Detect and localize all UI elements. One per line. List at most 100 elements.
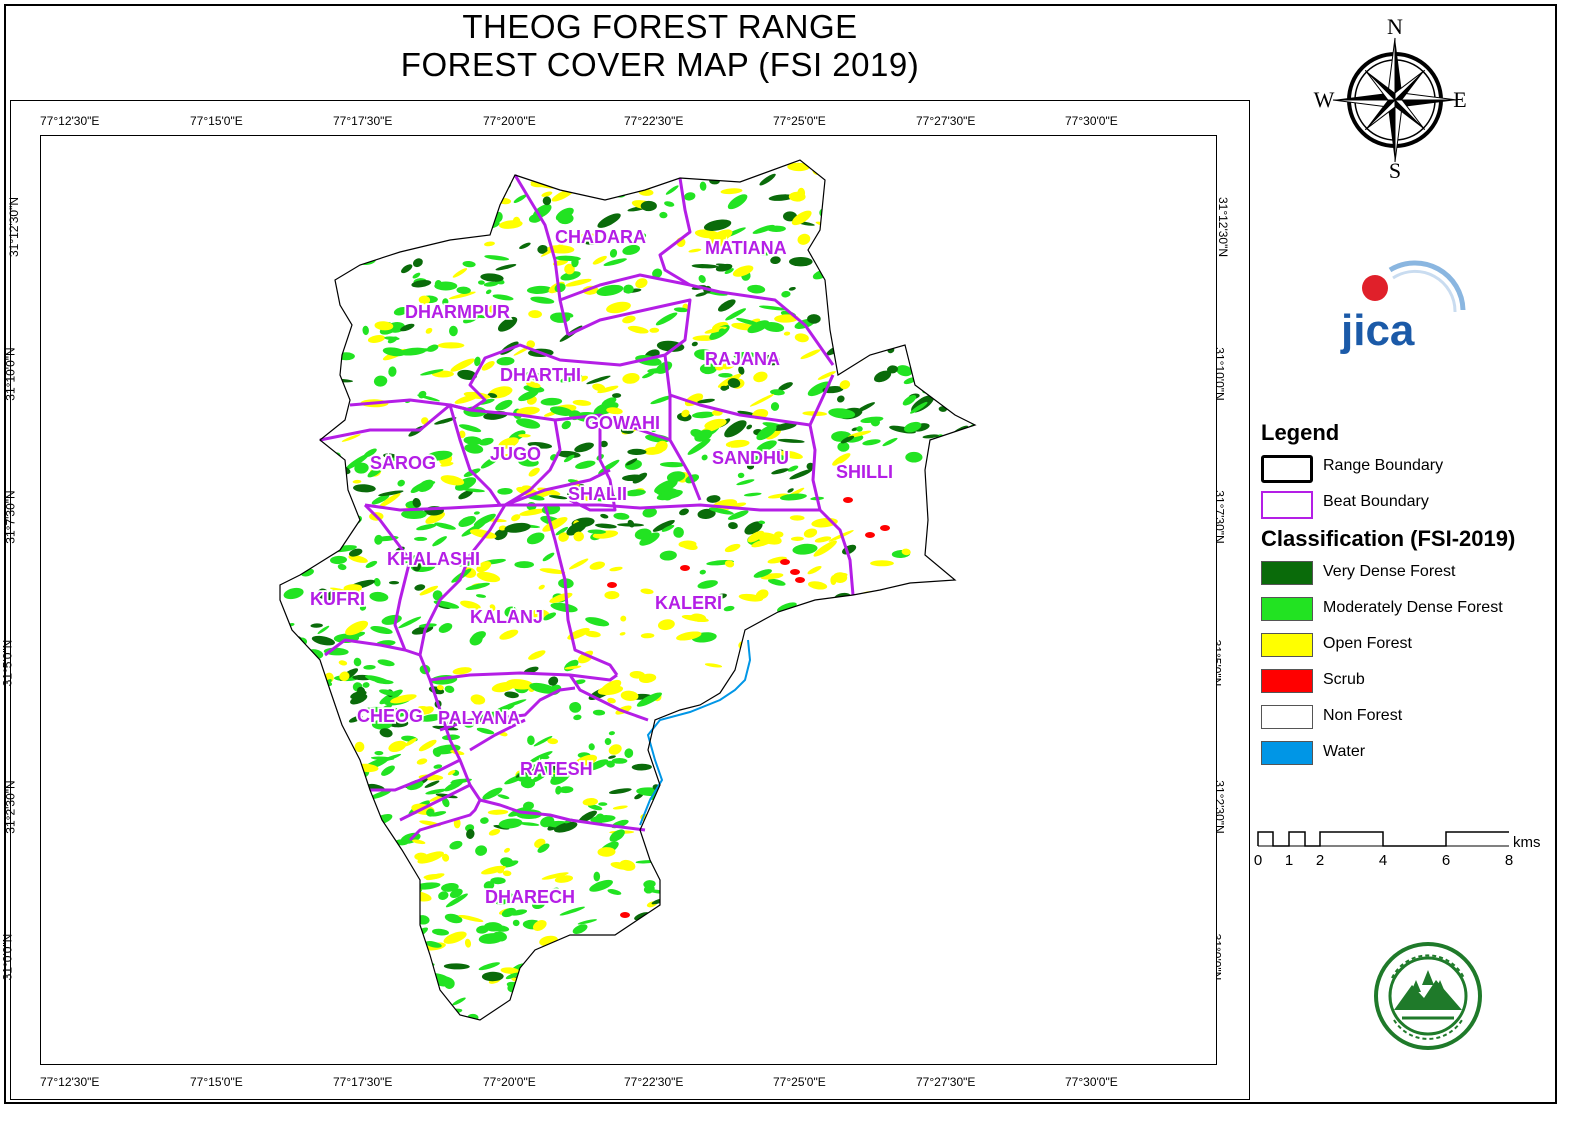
lon-label-top: 77°20'0"E: [483, 114, 536, 128]
lon-label-bottom: 77°25'0"E: [773, 1075, 826, 1089]
forest-patch: [593, 871, 601, 882]
legend-item-non-forest: Non Forest: [1258, 702, 1553, 738]
scrub-patch: [880, 525, 890, 531]
legend-swatch: [1261, 561, 1313, 585]
legend-item-very-dense-forest: Very Dense Forest: [1258, 558, 1553, 594]
forest-patch: [437, 342, 465, 349]
compass-north: N: [1387, 14, 1403, 39]
compass-east: E: [1453, 87, 1466, 112]
north-arrow-icon: N S E W: [1314, 14, 1467, 182]
compass-south: S: [1389, 158, 1401, 182]
legend-item-water: Water: [1258, 738, 1553, 774]
scrub-patch: [680, 565, 690, 571]
legend: Legend Range Boundary Beat Boundary Clas…: [1258, 420, 1553, 774]
beat-label: MATIANA: [705, 238, 787, 258]
beat-label: JUGO: [490, 444, 541, 464]
lon-label-bottom: 77°22'30"E: [624, 1075, 684, 1089]
beat-label: SHALII: [568, 484, 627, 504]
lon-label-bottom: 77°30'0"E: [1065, 1075, 1118, 1089]
legend-label: Open Forest: [1323, 635, 1412, 652]
lat-label-left: 31°7'30"N: [3, 490, 18, 544]
forest-cover-map: CHADARA MATIANA DHARMPUR RAJANA DHARTHI …: [41, 136, 1216, 1064]
legend-swatch: [1261, 705, 1313, 729]
legend-swatch: [1261, 633, 1313, 657]
scale-tick: 2: [1316, 852, 1324, 869]
legend-label: Very Dense Forest: [1323, 563, 1456, 580]
legend-label: Moderately Dense Forest: [1323, 599, 1503, 616]
lon-label-bottom: 77°20'0"E: [483, 1075, 536, 1089]
legend-item-scrub: Scrub: [1258, 666, 1553, 702]
legend-label: Beat Boundary: [1323, 493, 1429, 510]
lon-label-bottom: 77°27'30"E: [916, 1075, 976, 1089]
map-title-line2: FOREST COVER MAP (FSI 2019): [400, 46, 920, 83]
lat-label-left: 31°12'30"N: [7, 196, 22, 258]
lat-label-left: 31°5'0"N: [0, 639, 15, 687]
lat-label-left: 31°10'0"N: [3, 347, 18, 401]
forest-patch: [611, 758, 628, 764]
beat-label: SAROG: [370, 453, 436, 473]
beat-label: CHADARA: [555, 227, 646, 247]
beat-label: RATESH: [520, 759, 593, 779]
lat-label-right: 31°12'30"N: [1216, 196, 1231, 258]
forest-patch: [514, 561, 534, 569]
jica-logo: JICA: [1340, 260, 1466, 355]
legend-label: Non Forest: [1323, 707, 1403, 724]
legend-swatch: [1261, 741, 1313, 765]
forest-patch: [388, 581, 400, 585]
beat-label: DHARMPUR: [405, 302, 510, 322]
scale-unit: kms: [1513, 834, 1541, 851]
scale-tick: 6: [1442, 852, 1450, 869]
lon-label-bottom: 77°15'0"E: [190, 1075, 243, 1089]
beat-label: SANDHU: [712, 448, 789, 468]
legend-label: Scrub: [1323, 671, 1365, 688]
lon-label-top: 77°15'0"E: [190, 114, 243, 128]
legend-item-moderately-dense-forest: Moderately Dense Forest: [1258, 594, 1553, 630]
legend-swatch: [1261, 669, 1313, 693]
map-title-line1: THEOG FOREST RANGE: [462, 8, 858, 45]
forest-patch: [870, 560, 894, 567]
forest-department-seal-logo: [1374, 942, 1482, 1050]
scrub-patch: [865, 532, 875, 538]
forest-patch: [414, 536, 428, 541]
beat-label: PALYANA: [438, 708, 520, 728]
beat-label: CHEOG: [357, 706, 423, 726]
scrub-patch: [795, 577, 805, 583]
forest-patch: [807, 314, 821, 324]
legend-swatch: [1261, 597, 1313, 621]
beat-label: KUFRI: [310, 589, 365, 609]
beat-label: KALERI: [655, 593, 722, 613]
legend-swatch: [1261, 455, 1313, 483]
lon-label-top: 77°17'30"E: [333, 114, 393, 128]
scale-tick: 8: [1505, 852, 1513, 869]
legend-label: Water: [1323, 743, 1366, 760]
forest-patch: [905, 451, 923, 463]
scale-tick: 0: [1254, 852, 1262, 869]
lon-label-top: 77°30'0"E: [1065, 114, 1118, 128]
lon-label-bottom: 77°12'30"E: [40, 1075, 100, 1089]
beat-label: KHALASHI: [387, 549, 480, 569]
beat-label: DHARTHI: [500, 365, 581, 385]
scale-tick: 4: [1379, 852, 1387, 869]
beat-label: SHILLI: [836, 462, 893, 482]
scale-bar: 0 1 2 4 6 8 kms: [1254, 831, 1541, 869]
scrub-patch: [780, 559, 790, 565]
forest-patch: [627, 448, 647, 455]
lon-label-top: 77°12'30"E: [40, 114, 100, 128]
lon-label-bottom: 77°17'30"E: [333, 1075, 393, 1089]
lat-label-left: 31°0'0"N: [0, 933, 15, 981]
scrub-patch: [607, 582, 617, 588]
legend-item-open-forest: Open Forest: [1258, 630, 1553, 666]
lon-label-top: 77°25'0"E: [773, 114, 826, 128]
compass-west: W: [1314, 87, 1335, 112]
lon-label-top: 77°27'30"E: [916, 114, 976, 128]
scrub-patch: [790, 569, 800, 575]
jica-wordmark: JICA: [1340, 306, 1415, 355]
legend-item-beat-boundary: Beat Boundary: [1258, 488, 1553, 524]
legend-swatch: [1261, 491, 1313, 519]
beat-label: GOWAHI: [585, 413, 660, 433]
legend-item-range-boundary: Range Boundary: [1258, 452, 1553, 488]
scale-tick: 1: [1285, 852, 1293, 869]
lon-label-top: 77°22'30"E: [624, 114, 684, 128]
map-background: [41, 136, 1216, 1064]
legend-label: Range Boundary: [1323, 457, 1444, 474]
